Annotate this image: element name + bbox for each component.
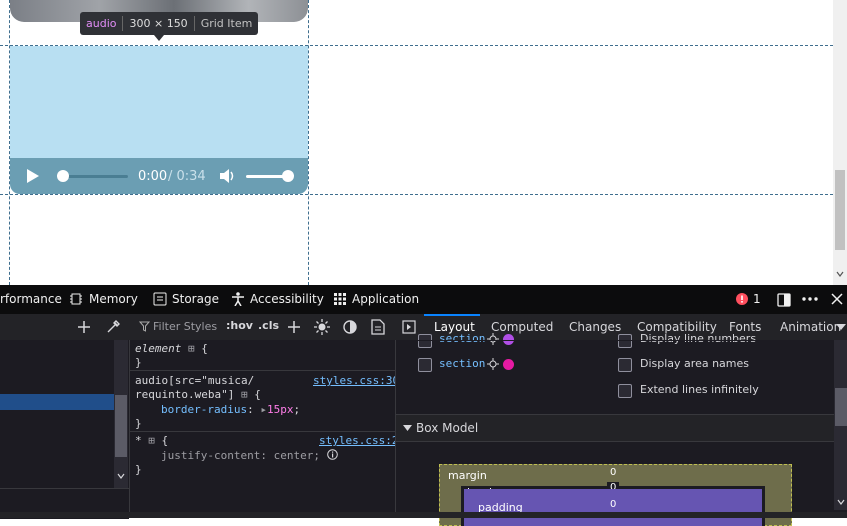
grid-section-checkbox[interactable] (418, 358, 432, 372)
extend-lines-checkbox[interactable] (618, 384, 632, 398)
clip-mask (396, 340, 834, 341)
margin-label: margin (448, 469, 487, 482)
audio-selector: audio[src="musica/ (135, 374, 255, 387)
star-selector: * ⊞ { (135, 434, 169, 447)
tooltip-kind: Grid Item (200, 17, 253, 30)
display-area-names-label: Display area names (640, 357, 749, 370)
grid-icon: ⊞ (187, 342, 195, 355)
border-radius-decl[interactable]: border-radius: ▸15px; (161, 403, 300, 416)
audio-player[interactable]: 0:00 / 0:34 (10, 158, 308, 194)
display-line-numbers-label: Display line numbers (640, 332, 757, 345)
hov-button[interactable]: :hov (226, 319, 253, 332)
filter-styles-input[interactable]: Filter Styles (153, 320, 217, 333)
active-tab-indicator (424, 314, 480, 316)
display-area-names-checkbox[interactable] (618, 358, 632, 372)
audio-time-current: 0:00 (138, 169, 168, 184)
tab-animation[interactable]: Animation (780, 320, 841, 334)
grid-color-swatch[interactable] (503, 359, 514, 370)
page-viewport: 0:00 / 0:34 audio 300 × 150 Grid Item (0, 0, 847, 285)
tab-performance[interactable]: rformance (0, 292, 62, 306)
eyedropper-icon[interactable] (105, 319, 121, 335)
selected-dom-node[interactable] (0, 394, 114, 410)
light-mode-icon[interactable] (314, 319, 330, 335)
audio-selector-cont: requinto.weba"] ⊞ { (135, 388, 261, 401)
memory-icon (70, 293, 82, 305)
grid-icon: ⊞ (240, 388, 248, 401)
close-icon[interactable] (831, 293, 843, 305)
dark-mode-icon[interactable] (342, 319, 358, 335)
rule-close-brace: } (135, 463, 142, 476)
accessibility-icon (232, 292, 244, 306)
tooltip-size: 300 × 150 (129, 17, 188, 30)
grid-section-checkbox[interactable] (418, 334, 432, 348)
border-box[interactable]: border 0 padding 0 (461, 482, 765, 526)
box-model-title: Box Model (416, 421, 479, 435)
grid-icon: ⊞ (148, 434, 155, 447)
tab-accessibility[interactable]: Accessibility (231, 292, 324, 306)
page-scrollbar-thumb[interactable] (835, 170, 845, 250)
toggle-sidebar-icon[interactable] (402, 320, 416, 334)
add-rule-icon[interactable] (287, 320, 301, 334)
box-model-header[interactable]: Box Model (396, 414, 834, 442)
rule-close-brace: } (135, 417, 142, 430)
rule-divider (130, 431, 395, 432)
tooltip-arrow (154, 35, 164, 41)
display-line-numbers-checkbox[interactable] (618, 334, 632, 348)
justify-content-decl[interactable]: justify-content: center; (161, 449, 338, 462)
audio-time-total: / 0:34 (168, 169, 206, 184)
tabs-overflow-icon[interactable] (836, 323, 846, 331)
play-icon[interactable] (26, 168, 40, 184)
element-rule: element ⊞ { (135, 342, 208, 355)
margin-top-value[interactable]: 0 (610, 467, 616, 478)
grid-section-label: section (439, 332, 486, 345)
scroll-down-icon[interactable] (836, 270, 844, 278)
scroll-down-icon[interactable] (837, 498, 845, 506)
element-tooltip: audio 300 × 150 Grid Item (80, 12, 259, 35)
error-icon (736, 293, 748, 305)
extend-lines-label: Extend lines infinitely (640, 383, 759, 396)
grid-line (0, 194, 833, 195)
volume-icon[interactable] (218, 167, 236, 185)
print-simulation-icon[interactable] (371, 319, 385, 335)
tooltip-tag: audio (86, 17, 117, 30)
scroll-down-icon[interactable] (117, 472, 125, 480)
element-selector: element (135, 342, 182, 355)
dock-icon[interactable] (776, 292, 792, 308)
rule-divider (130, 370, 395, 371)
layout-panel: section Display line numbers section Dis… (395, 332, 847, 526)
rule-close-brace: } (135, 356, 142, 369)
grid-line (0, 45, 833, 46)
volume-thumb[interactable] (282, 170, 294, 182)
application-icon (334, 293, 346, 305)
audio-progress-thumb[interactable] (57, 170, 69, 182)
filter-icon (139, 321, 150, 332)
info-icon[interactable] (326, 449, 338, 460)
audio-source-link[interactable]: styles.css:30 (313, 374, 399, 387)
more-options-icon[interactable] (802, 295, 818, 303)
padding-top-value[interactable]: 0 (610, 499, 616, 510)
add-node-icon[interactable] (77, 320, 91, 334)
crosshair-icon[interactable] (487, 358, 499, 370)
tab-application[interactable]: Application (333, 292, 419, 306)
grid-section-label: section (439, 357, 486, 370)
tab-storage[interactable]: Storage (153, 292, 219, 306)
tab-changes[interactable]: Changes (569, 320, 621, 334)
crosshair-icon[interactable] (487, 333, 499, 345)
collapse-icon[interactable] (403, 425, 412, 432)
tab-computed[interactable]: Computed (491, 320, 553, 334)
storage-icon (153, 292, 167, 306)
error-counter[interactable]: 1 (736, 292, 761, 306)
grid-line (308, 0, 309, 285)
grid-line (9, 0, 10, 285)
devtools-tabbar: rformance Memory Storage Accessibility A… (0, 285, 847, 314)
rules-panel: element ⊞ { } audio[src="musica/ requint… (129, 340, 399, 518)
star-source-link[interactable]: styles.css:2 (319, 434, 398, 447)
layout-scrollbar-thumb[interactable] (835, 388, 847, 426)
cls-button[interactable]: .cls (258, 319, 279, 332)
tab-memory[interactable]: Memory (68, 292, 138, 306)
devtools-bottom-edge (0, 512, 847, 518)
padding-box[interactable]: padding 0 (464, 489, 762, 526)
dom-scrollbar-thumb[interactable] (115, 395, 127, 457)
